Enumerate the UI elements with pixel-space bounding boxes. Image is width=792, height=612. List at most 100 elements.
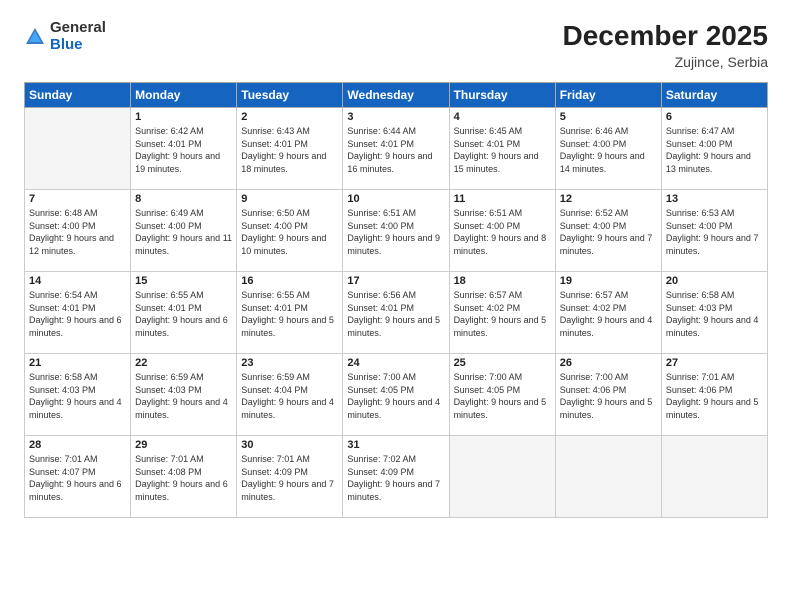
calendar-cell: 14 Sunrise: 6:54 AMSunset: 4:01 PMDayligh… bbox=[25, 272, 131, 354]
day-number: 15 bbox=[135, 275, 232, 287]
day-details: Sunrise: 7:00 AMSunset: 4:06 PMDaylight:… bbox=[560, 371, 657, 421]
calendar-cell: 25Sunrise: 7:00 AMSunset: 4:05 PMDayligh… bbox=[449, 354, 555, 436]
day-number: 3 bbox=[347, 111, 444, 123]
col-wednesday: Wednesday bbox=[343, 83, 449, 108]
day-details: Sunrise: 7:00 AMSunset: 4:05 PMDaylight:… bbox=[454, 371, 551, 421]
week-row-3: 14 Sunrise: 6:54 AMSunset: 4:01 PMDayligh… bbox=[25, 272, 768, 354]
location: Zujince, Serbia bbox=[563, 54, 768, 70]
day-number: 22 bbox=[135, 357, 232, 369]
day-number: 5 bbox=[560, 111, 657, 123]
calendar-cell: 5 Sunrise: 6:46 AMSunset: 4:00 PMDaylight… bbox=[555, 108, 661, 190]
calendar-cell: 24 Sunrise: 7:00 AMSunset: 4:05 PMDayligh… bbox=[343, 354, 449, 436]
calendar-cell: 19Sunrise: 6:57 AMSunset: 4:02 PMDayligh… bbox=[555, 272, 661, 354]
day-details: Sunrise: 6:47 AMSunset: 4:00 PMDaylight:… bbox=[666, 125, 763, 175]
calendar-cell: 8 Sunrise: 6:49 AMSunset: 4:00 PMDaylight… bbox=[131, 190, 237, 272]
day-details: Sunrise: 6:52 AMSunset: 4:00 PMDaylight:… bbox=[560, 207, 657, 257]
calendar-cell: 2 Sunrise: 6:43 AMSunset: 4:01 PMDaylight… bbox=[237, 108, 343, 190]
day-number: 29 bbox=[135, 439, 232, 451]
calendar-cell bbox=[661, 436, 767, 518]
day-details: Sunrise: 6:42 AMSunset: 4:01 PMDaylight:… bbox=[135, 125, 232, 175]
calendar-cell bbox=[555, 436, 661, 518]
logo-icon bbox=[24, 26, 46, 48]
header: General Blue December 2025 Zujince, Serb… bbox=[24, 20, 768, 70]
col-tuesday: Tuesday bbox=[237, 83, 343, 108]
day-details: Sunrise: 6:57 AMSunset: 4:02 PMDaylight:… bbox=[454, 289, 551, 339]
day-details: Sunrise: 7:01 AMSunset: 4:06 PMDaylight:… bbox=[666, 371, 763, 421]
logo: General Blue bbox=[24, 20, 106, 53]
day-number: 14 bbox=[29, 275, 126, 287]
calendar-cell: 15 Sunrise: 6:55 AMSunset: 4:01 PMDayligh… bbox=[131, 272, 237, 354]
calendar-cell: 21 Sunrise: 6:58 AMSunset: 4:03 PMDayligh… bbox=[25, 354, 131, 436]
day-number: 1 bbox=[135, 111, 232, 123]
day-number: 31 bbox=[347, 439, 444, 451]
day-number: 30 bbox=[241, 439, 338, 451]
day-number: 7 bbox=[29, 193, 126, 205]
day-number: 4 bbox=[454, 111, 551, 123]
calendar-cell: 12 Sunrise: 6:52 AMSunset: 4:00 PMDayligh… bbox=[555, 190, 661, 272]
day-number: 26 bbox=[560, 357, 657, 369]
day-details: Sunrise: 7:01 AMSunset: 4:08 PMDaylight:… bbox=[135, 453, 232, 503]
col-friday: Friday bbox=[555, 83, 661, 108]
day-details: Sunrise: 7:00 AMSunset: 4:05 PMDaylight:… bbox=[347, 371, 444, 421]
month-year: December 2025 bbox=[563, 20, 768, 52]
calendar-cell: 13Sunrise: 6:53 AMSunset: 4:00 PMDayligh… bbox=[661, 190, 767, 272]
week-row-4: 21 Sunrise: 6:58 AMSunset: 4:03 PMDayligh… bbox=[25, 354, 768, 436]
calendar-cell: 11 Sunrise: 6:51 AMSunset: 4:00 PMDayligh… bbox=[449, 190, 555, 272]
day-details: Sunrise: 6:51 AMSunset: 4:00 PMDaylight:… bbox=[454, 207, 551, 257]
day-number: 24 bbox=[347, 357, 444, 369]
day-details: Sunrise: 6:43 AMSunset: 4:01 PMDaylight:… bbox=[241, 125, 338, 175]
day-details: Sunrise: 6:48 AMSunset: 4:00 PMDaylight:… bbox=[29, 207, 126, 257]
day-details: Sunrise: 6:55 AMSunset: 4:01 PMDaylight:… bbox=[241, 289, 338, 339]
logo-general: General bbox=[50, 19, 106, 36]
calendar-cell: 1 Sunrise: 6:42 AMSunset: 4:01 PMDaylight… bbox=[131, 108, 237, 190]
calendar-header-row: Sunday Monday Tuesday Wednesday Thursday… bbox=[25, 83, 768, 108]
day-details: Sunrise: 6:57 AMSunset: 4:02 PMDaylight:… bbox=[560, 289, 657, 339]
day-number: 20 bbox=[666, 275, 763, 287]
calendar-cell: 23Sunrise: 6:59 AMSunset: 4:04 PMDayligh… bbox=[237, 354, 343, 436]
col-monday: Monday bbox=[131, 83, 237, 108]
day-details: Sunrise: 6:54 AMSunset: 4:01 PMDaylight:… bbox=[29, 289, 126, 339]
day-number: 9 bbox=[241, 193, 338, 205]
day-details: Sunrise: 7:01 AMSunset: 4:07 PMDaylight:… bbox=[29, 453, 126, 503]
day-details: Sunrise: 6:50 AMSunset: 4:00 PMDaylight:… bbox=[241, 207, 338, 257]
day-details: Sunrise: 6:56 AMSunset: 4:01 PMDaylight:… bbox=[347, 289, 444, 339]
day-details: Sunrise: 6:46 AMSunset: 4:00 PMDaylight:… bbox=[560, 125, 657, 175]
col-thursday: Thursday bbox=[449, 83, 555, 108]
calendar-cell: 26 Sunrise: 7:00 AMSunset: 4:06 PMDayligh… bbox=[555, 354, 661, 436]
title-block: December 2025 Zujince, Serbia bbox=[563, 20, 768, 70]
day-number: 11 bbox=[454, 193, 551, 205]
day-number: 23 bbox=[241, 357, 338, 369]
logo-text: General Blue bbox=[50, 20, 106, 53]
calendar-cell: 30 Sunrise: 7:01 AMSunset: 4:09 PMDayligh… bbox=[237, 436, 343, 518]
day-details: Sunrise: 6:49 AMSunset: 4:00 PMDaylight:… bbox=[135, 207, 232, 257]
day-details: Sunrise: 6:58 AMSunset: 4:03 PMDaylight:… bbox=[666, 289, 763, 339]
col-sunday: Sunday bbox=[25, 83, 131, 108]
day-details: Sunrise: 6:44 AMSunset: 4:01 PMDaylight:… bbox=[347, 125, 444, 175]
calendar-cell: 17Sunrise: 6:56 AMSunset: 4:01 PMDayligh… bbox=[343, 272, 449, 354]
day-number: 21 bbox=[29, 357, 126, 369]
logo-blue: Blue bbox=[50, 36, 83, 53]
day-details: Sunrise: 6:53 AMSunset: 4:00 PMDaylight:… bbox=[666, 207, 763, 257]
calendar-cell: 18 Sunrise: 6:57 AMSunset: 4:02 PMDayligh… bbox=[449, 272, 555, 354]
day-number: 12 bbox=[560, 193, 657, 205]
calendar-cell: 10Sunrise: 6:51 AMSunset: 4:00 PMDayligh… bbox=[343, 190, 449, 272]
calendar-cell: 3 Sunrise: 6:44 AMSunset: 4:01 PMDaylight… bbox=[343, 108, 449, 190]
day-number: 2 bbox=[241, 111, 338, 123]
day-number: 6 bbox=[666, 111, 763, 123]
calendar-cell: 31Sunrise: 7:02 AMSunset: 4:09 PMDayligh… bbox=[343, 436, 449, 518]
page: General Blue December 2025 Zujince, Serb… bbox=[0, 0, 792, 612]
day-number: 27 bbox=[666, 357, 763, 369]
calendar: Sunday Monday Tuesday Wednesday Thursday… bbox=[24, 82, 768, 518]
day-details: Sunrise: 6:45 AMSunset: 4:01 PMDaylight:… bbox=[454, 125, 551, 175]
calendar-cell: 27 Sunrise: 7:01 AMSunset: 4:06 PMDayligh… bbox=[661, 354, 767, 436]
day-number: 8 bbox=[135, 193, 232, 205]
calendar-cell: 7 Sunrise: 6:48 AMSunset: 4:00 PMDaylight… bbox=[25, 190, 131, 272]
day-details: Sunrise: 6:55 AMSunset: 4:01 PMDaylight:… bbox=[135, 289, 232, 339]
day-details: Sunrise: 6:58 AMSunset: 4:03 PMDaylight:… bbox=[29, 371, 126, 421]
day-details: Sunrise: 7:01 AMSunset: 4:09 PMDaylight:… bbox=[241, 453, 338, 503]
day-number: 10 bbox=[347, 193, 444, 205]
day-details: Sunrise: 6:59 AMSunset: 4:03 PMDaylight:… bbox=[135, 371, 232, 421]
calendar-cell: 22 Sunrise: 6:59 AMSunset: 4:03 PMDayligh… bbox=[131, 354, 237, 436]
day-number: 16 bbox=[241, 275, 338, 287]
day-number: 18 bbox=[454, 275, 551, 287]
